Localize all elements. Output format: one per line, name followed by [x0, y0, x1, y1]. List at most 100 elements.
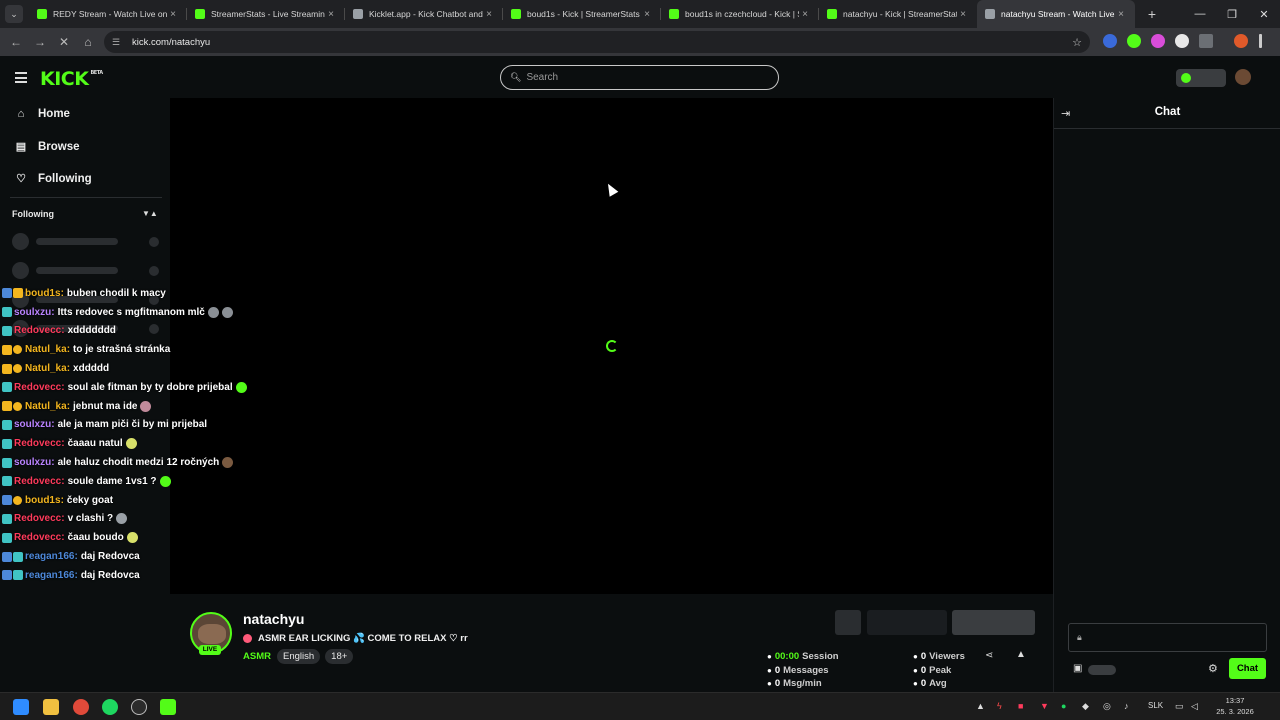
- tab-search-icon[interactable]: ⌄: [5, 5, 23, 23]
- browser-tab[interactable]: Kicklet.app - Kick Chatbot and ×: [345, 0, 503, 28]
- tray-app-icon[interactable]: ◎: [1103, 701, 1111, 712]
- browser-tab[interactable]: natachyu - Kick | StreamerStats ×: [819, 0, 977, 28]
- chat-panel: ⇥ Chat 🔒︎ ▣ ⚙ Chat: [1053, 98, 1280, 692]
- browser-tab[interactable]: boud1s in czechcloud - Kick | S ×: [661, 0, 819, 28]
- browser-tab[interactable]: StreamerStats - Live Streaming ×: [187, 0, 345, 28]
- chat-username[interactable]: Redovecc: [14, 532, 61, 543]
- bookmark-star-icon[interactable]: ☆: [1072, 36, 1082, 49]
- chat-username[interactable]: soulxzu: [14, 307, 51, 318]
- chat-username[interactable]: Redovecc: [14, 382, 61, 393]
- extension-icon[interactable]: [1175, 34, 1189, 48]
- action-button-placeholder[interactable]: [835, 610, 861, 635]
- chat-username[interactable]: Redovecc: [14, 325, 61, 336]
- profile-icon[interactable]: [1234, 34, 1248, 48]
- chat-username[interactable]: Natul_ka: [25, 344, 67, 355]
- tab-close-icon[interactable]: ×: [325, 9, 337, 20]
- sub-badge-icon: [2, 325, 12, 336]
- user-avatar[interactable]: [1235, 69, 1251, 85]
- chat-username[interactable]: reagan166: [25, 551, 74, 562]
- restore-icon[interactable]: ❐: [1216, 8, 1248, 21]
- kick-logo[interactable]: KICK BETA: [40, 68, 103, 90]
- tag-mature[interactable]: 18+: [325, 649, 354, 664]
- loading-skeleton: [12, 262, 162, 279]
- new-tab-button[interactable]: +: [1141, 6, 1163, 22]
- gift-icon[interactable]: ▣: [1073, 663, 1082, 674]
- tab-close-icon[interactable]: ×: [641, 9, 653, 20]
- search-input[interactable]: 🔍︎ Search: [500, 65, 779, 90]
- forward-icon[interactable]: →: [28, 35, 52, 49]
- tab-close-icon[interactable]: ×: [483, 9, 495, 20]
- chat-username[interactable]: reagan166: [25, 570, 74, 581]
- spotify-icon[interactable]: [102, 699, 118, 715]
- app-icon[interactable]: [160, 699, 176, 715]
- chat-message: Redovecc: čaaau natul: [2, 434, 262, 453]
- extension-icon[interactable]: [1127, 34, 1141, 48]
- chat-username[interactable]: boud1s: [25, 288, 61, 299]
- follow-button-placeholder[interactable]: [952, 610, 1035, 635]
- sidebar-item-home[interactable]: ⌂ Home: [14, 108, 70, 120]
- chat-input[interactable]: 🔒︎: [1068, 623, 1267, 652]
- sidebar-item-following[interactable]: ♡ Following: [14, 172, 92, 186]
- chat-colon: :: [60, 287, 64, 299]
- chat-username[interactable]: soulxzu: [14, 419, 51, 430]
- report-warning-icon[interactable]: ▲: [1016, 649, 1026, 660]
- chat-username[interactable]: Redovecc: [14, 476, 61, 487]
- address-bar[interactable]: ☰ kick.com/natachyu ☆: [104, 31, 1090, 53]
- tab-close-icon[interactable]: ×: [167, 9, 179, 20]
- browser-tab[interactable]: boud1s - Kick | StreamerStats ×: [503, 0, 661, 28]
- tray-steam-icon[interactable]: ◆: [1082, 701, 1089, 712]
- action-button-placeholder[interactable]: [867, 610, 947, 635]
- tray-mic-icon[interactable]: ♪: [1124, 701, 1129, 711]
- tray-chevron-icon[interactable]: ▲: [976, 701, 985, 711]
- tab-close-icon[interactable]: ×: [1115, 9, 1127, 20]
- home-browser-icon[interactable]: ⌂: [76, 35, 100, 49]
- points-pill[interactable]: [1088, 665, 1116, 675]
- tag-language[interactable]: English: [276, 649, 321, 664]
- category-link[interactable]: ASMR: [243, 651, 271, 662]
- sidebar-item-browse[interactable]: ▤ Browse: [14, 140, 80, 154]
- chat-message: Redovecc: soul ale fitman by ty dobre pri…: [2, 378, 262, 397]
- file-explorer-icon[interactable]: [43, 699, 59, 715]
- app-icon[interactable]: [131, 699, 147, 715]
- chrome-icon[interactable]: [73, 699, 89, 715]
- tray-app-icon[interactable]: ■: [1018, 701, 1023, 711]
- back-icon[interactable]: ←: [4, 35, 28, 49]
- extension-icon[interactable]: [1103, 34, 1117, 48]
- chat-username[interactable]: Natul_ka: [25, 363, 67, 374]
- tray-app-icon[interactable]: ϟ: [997, 701, 1002, 711]
- sub-badge-icon: [2, 307, 12, 318]
- sort-arrows-icon[interactable]: ▼▲: [142, 209, 158, 218]
- network-icon[interactable]: ▭: [1175, 701, 1184, 712]
- close-window-icon[interactable]: ✕: [1248, 8, 1280, 21]
- chat-username[interactable]: boud1s: [25, 495, 61, 506]
- chat-message: boud1s: buben chodil k macy: [2, 284, 262, 303]
- chat-username[interactable]: Redovecc: [14, 513, 61, 524]
- browser-menu-icon[interactable]: [1259, 34, 1262, 48]
- site-info-icon[interactable]: ☰: [112, 37, 126, 48]
- minimize-icon[interactable]: —: [1184, 8, 1216, 21]
- system-clock[interactable]: 13:37 25. 3. 2026: [1205, 695, 1265, 717]
- stats-session: ● 00:00 Session ● 0 Messages ● 0 Msg/min: [767, 650, 839, 691]
- tray-spotify-icon[interactable]: ●: [1061, 701, 1066, 711]
- extension-icon[interactable]: [1151, 34, 1165, 48]
- tray-app-icon[interactable]: ▼: [1040, 701, 1049, 711]
- video-player[interactable]: [170, 98, 1053, 594]
- browser-tab[interactable]: REDY Stream - Watch Live on Ki ×: [29, 0, 187, 28]
- chat-username[interactable]: soulxzu: [14, 457, 51, 468]
- language-indicator[interactable]: SLK: [1148, 701, 1163, 710]
- chat-username[interactable]: Natul_ka: [25, 401, 67, 412]
- chat-username[interactable]: Redovecc: [14, 438, 61, 449]
- kickstats-extension-button[interactable]: [1176, 69, 1226, 87]
- browser-tab[interactable]: natachyu Stream - Watch Live o ×: [977, 0, 1135, 28]
- volume-icon[interactable]: ◁: [1191, 701, 1198, 712]
- tab-close-icon[interactable]: ×: [957, 9, 969, 20]
- stop-icon[interactable]: ✕: [52, 35, 76, 49]
- menu-icon[interactable]: [15, 72, 27, 86]
- send-chat-button[interactable]: Chat: [1229, 658, 1266, 679]
- streamer-name[interactable]: natachyu: [243, 611, 304, 627]
- windows-start-icon[interactable]: [13, 699, 29, 715]
- tab-close-icon[interactable]: ×: [799, 9, 811, 20]
- share-icon[interactable]: ⋖: [985, 650, 993, 661]
- settings-gear-icon[interactable]: ⚙: [1208, 662, 1218, 675]
- extensions-puzzle-icon[interactable]: [1199, 34, 1213, 48]
